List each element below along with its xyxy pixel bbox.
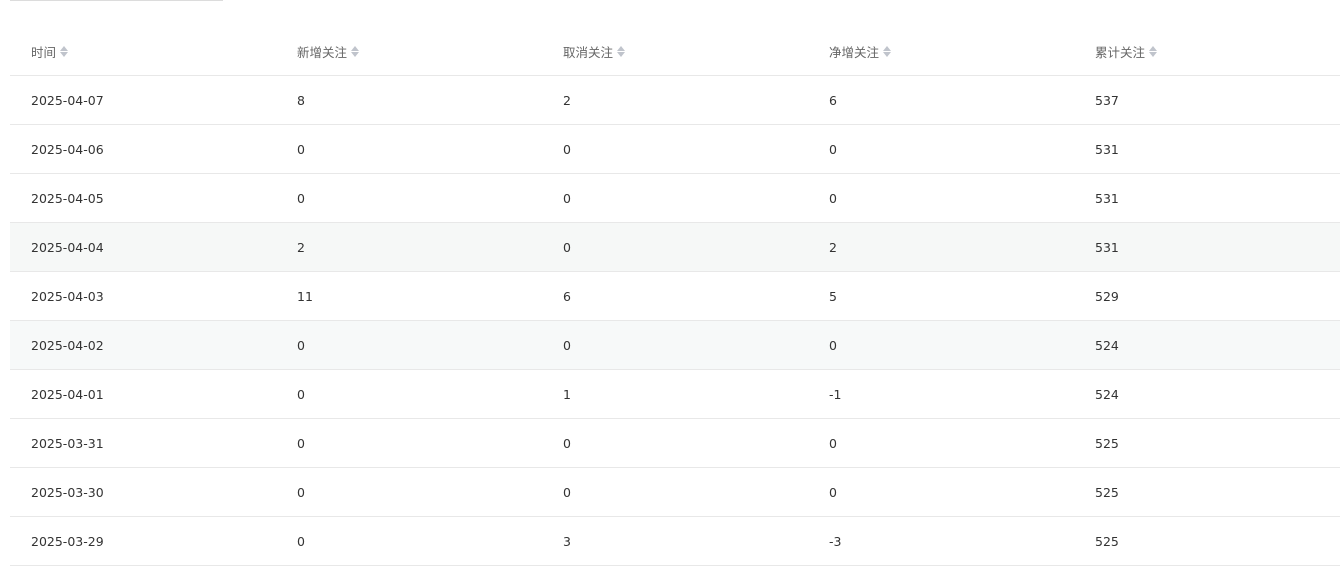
column-header-label: 新增关注	[297, 45, 348, 60]
cell-net-follows: -3	[829, 533, 842, 549]
cell-date: 2025-04-04	[31, 239, 104, 255]
tab-underline	[10, 0, 223, 1]
table-row: 2025-04-01 0 1 -1 524	[10, 370, 1340, 419]
column-header-time[interactable]: 时间	[31, 28, 69, 75]
cell-unfollows: 0	[563, 141, 571, 157]
cell-date: 2025-03-29	[31, 533, 104, 549]
cell-total-follows: 529	[1095, 288, 1119, 304]
table-header-row: 时间 新增关注 取消关注 净增关注 累计关注	[10, 28, 1340, 76]
cell-date: 2025-04-03	[31, 288, 104, 304]
cell-total-follows: 525	[1095, 533, 1119, 549]
cell-net-follows: 0	[829, 435, 837, 451]
cell-new-follows: 0	[297, 141, 305, 157]
cell-total-follows: 525	[1095, 435, 1119, 451]
cell-unfollows: 0	[563, 337, 571, 353]
followers-data-table: 时间 新增关注 取消关注 净增关注 累计关注 2025-04-07 8 2 6 …	[10, 28, 1340, 566]
cell-net-follows: 5	[829, 288, 837, 304]
column-header-total-follows[interactable]: 累计关注	[1095, 28, 1158, 75]
sort-caret-icon[interactable]	[1149, 45, 1158, 59]
sort-caret-icon[interactable]	[351, 45, 360, 59]
sort-caret-icon[interactable]	[60, 45, 69, 59]
column-header-label: 累计关注	[1095, 45, 1146, 60]
cell-unfollows: 6	[563, 288, 571, 304]
column-header-net-follows[interactable]: 净增关注	[829, 28, 892, 75]
cell-new-follows: 8	[297, 92, 305, 108]
table-row: 2025-04-07 8 2 6 537	[10, 76, 1340, 125]
cell-new-follows: 0	[297, 533, 305, 549]
cell-total-follows: 531	[1095, 239, 1119, 255]
column-header-unfollows[interactable]: 取消关注	[563, 28, 626, 75]
cell-net-follows: -1	[829, 386, 842, 402]
cell-net-follows: 0	[829, 190, 837, 206]
cell-new-follows: 0	[297, 190, 305, 206]
column-header-label: 取消关注	[563, 45, 614, 60]
cell-net-follows: 2	[829, 239, 837, 255]
cell-unfollows: 0	[563, 190, 571, 206]
cell-total-follows: 531	[1095, 190, 1119, 206]
cell-unfollows: 2	[563, 92, 571, 108]
table-row: 2025-04-04 2 0 2 531	[10, 223, 1340, 272]
cell-unfollows: 0	[563, 239, 571, 255]
cell-date: 2025-04-07	[31, 92, 104, 108]
table-row: 2025-04-03 11 6 5 529	[10, 272, 1340, 321]
cell-net-follows: 0	[829, 337, 837, 353]
cell-date: 2025-04-01	[31, 386, 104, 402]
table-row: 2025-04-02 0 0 0 524	[10, 321, 1340, 370]
cell-total-follows: 524	[1095, 337, 1119, 353]
sort-caret-icon[interactable]	[617, 45, 626, 59]
table-row: 2025-03-30 0 0 0 525	[10, 468, 1340, 517]
cell-new-follows: 2	[297, 239, 305, 255]
table-row: 2025-03-31 0 0 0 525	[10, 419, 1340, 468]
table-row: 2025-04-06 0 0 0 531	[10, 125, 1340, 174]
cell-date: 2025-04-06	[31, 141, 104, 157]
cell-new-follows: 0	[297, 435, 305, 451]
cell-unfollows: 1	[563, 386, 571, 402]
cell-new-follows: 11	[297, 288, 313, 304]
column-header-label: 时间	[31, 45, 57, 60]
cell-new-follows: 0	[297, 337, 305, 353]
cell-new-follows: 0	[297, 484, 305, 500]
cell-date: 2025-03-30	[31, 484, 104, 500]
cell-total-follows: 537	[1095, 92, 1119, 108]
cell-total-follows: 531	[1095, 141, 1119, 157]
cell-new-follows: 0	[297, 386, 305, 402]
cell-date: 2025-04-05	[31, 190, 104, 206]
cell-total-follows: 524	[1095, 386, 1119, 402]
table-row: 2025-04-05 0 0 0 531	[10, 174, 1340, 223]
table-row: 2025-03-29 0 3 -3 525	[10, 517, 1340, 566]
cell-date: 2025-03-31	[31, 435, 104, 451]
sort-caret-icon[interactable]	[883, 45, 892, 59]
cell-unfollows: 0	[563, 484, 571, 500]
cell-total-follows: 525	[1095, 484, 1119, 500]
cell-date: 2025-04-02	[31, 337, 104, 353]
column-header-label: 净增关注	[829, 45, 880, 60]
cell-net-follows: 0	[829, 141, 837, 157]
cell-net-follows: 6	[829, 92, 837, 108]
cell-unfollows: 3	[563, 533, 571, 549]
cell-unfollows: 0	[563, 435, 571, 451]
cell-net-follows: 0	[829, 484, 837, 500]
column-header-new-follows[interactable]: 新增关注	[297, 28, 360, 75]
